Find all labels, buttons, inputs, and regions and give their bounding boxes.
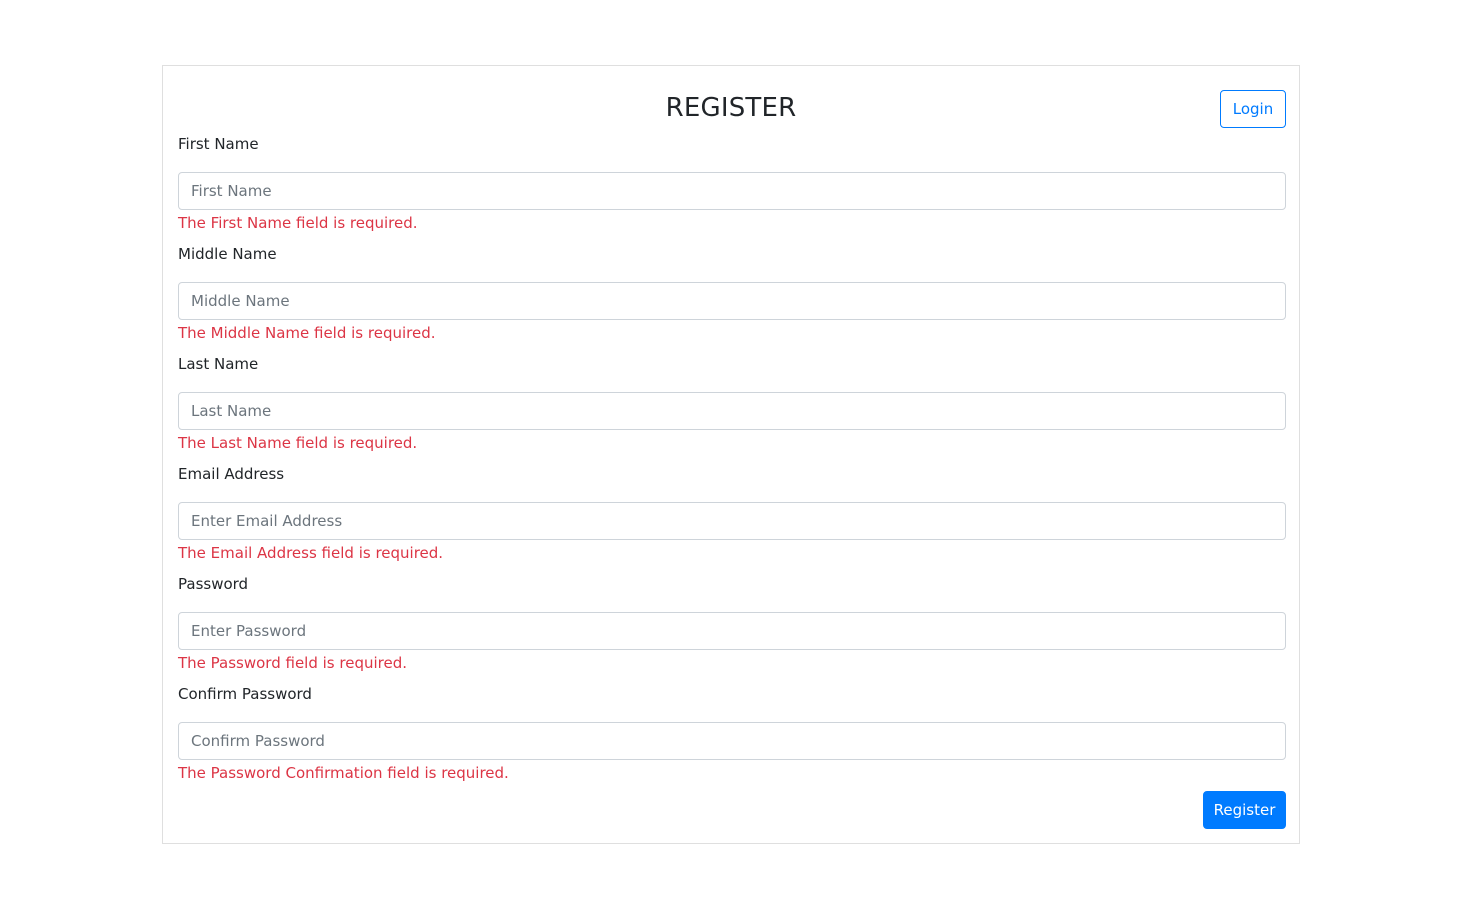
email-label: Email Address (178, 465, 285, 483)
password-input[interactable] (178, 612, 1286, 650)
first-name-label: First Name (178, 135, 259, 153)
password-group: Password The Password field is required. (178, 574, 1286, 673)
middle-name-input[interactable] (178, 282, 1286, 320)
confirm-password-group: Confirm Password The Password Confirmati… (178, 684, 1286, 783)
first-name-group: First Name The First Name field is requi… (178, 134, 1286, 233)
last-name-label: Last Name (178, 355, 259, 373)
password-label: Password (178, 575, 249, 593)
confirm-password-error: The Password Confirmation field is requi… (178, 764, 509, 782)
register-button[interactable]: Register (1203, 791, 1286, 829)
last-name-group: Last Name The Last Name field is require… (178, 354, 1286, 453)
email-input[interactable] (178, 502, 1286, 540)
email-group: Email Address The Email Address field is… (178, 464, 1286, 563)
first-name-input[interactable] (178, 172, 1286, 210)
middle-name-label: Middle Name (178, 245, 277, 263)
register-card: REGISTER Login First Name The First Name… (162, 65, 1300, 844)
login-button[interactable]: Login (1220, 90, 1286, 128)
password-error: The Password field is required. (178, 654, 407, 672)
email-error: The Email Address field is required. (178, 544, 444, 562)
middle-name-group: Middle Name The Middle Name field is req… (178, 244, 1286, 343)
confirm-password-label: Confirm Password (178, 685, 312, 703)
last-name-input[interactable] (178, 392, 1286, 430)
middle-name-error: The Middle Name field is required. (178, 324, 436, 342)
first-name-error: The First Name field is required. (178, 214, 418, 232)
last-name-error: The Last Name field is required. (178, 434, 418, 452)
page-title: REGISTER (665, 93, 797, 123)
confirm-password-input[interactable] (178, 722, 1286, 760)
